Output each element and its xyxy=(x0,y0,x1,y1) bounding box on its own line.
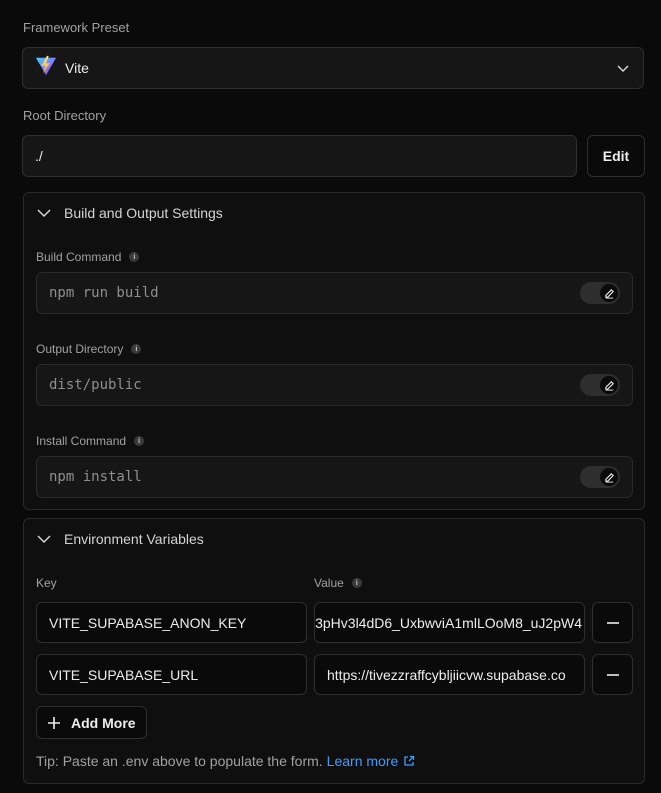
remove-env-button[interactable] xyxy=(592,602,633,643)
info-icon[interactable]: i xyxy=(351,578,362,588)
minus-icon xyxy=(606,673,619,676)
env-key-input[interactable]: VITE_SUPABASE_URL xyxy=(36,654,307,695)
environment-variables-panel: Environment Variables Key Value i VITE_S… xyxy=(23,518,645,784)
install-command-label: Install Command i xyxy=(36,434,145,448)
install-command-override-toggle[interactable] xyxy=(580,466,620,488)
chevron-down-icon xyxy=(37,535,51,544)
install-command-label-text: Install Command xyxy=(36,434,127,448)
env-value-header-text: Value xyxy=(314,576,344,590)
env-key-header: Key xyxy=(36,576,57,590)
env-value-text: 3pHv3l4dD6_UxbwviA1mlLOoM8_uJ2pW4 xyxy=(315,614,582,631)
output-directory-input[interactable]: dist/public xyxy=(36,364,633,406)
minus-icon xyxy=(606,621,619,624)
env-value-header: Value i xyxy=(314,576,362,590)
env-value-text: https://tivezzraffcybljiicvw.supabase.co xyxy=(327,666,566,683)
pencil-icon xyxy=(600,468,618,486)
plus-icon xyxy=(48,716,60,729)
root-directory-label: Root Directory xyxy=(23,108,107,123)
build-command-label-text: Build Command xyxy=(36,250,122,264)
add-more-button[interactable]: Add More xyxy=(36,706,147,739)
environment-variables-title: Environment Variables xyxy=(64,531,204,547)
env-tip: Tip: Paste an .env above to populate the… xyxy=(36,753,415,769)
build-command-label: Build Command i xyxy=(36,250,140,264)
chevron-down-icon xyxy=(615,60,631,81)
chevron-down-icon xyxy=(37,209,51,218)
env-value-input[interactable]: https://tivezzraffcybljiicvw.supabase.co xyxy=(314,654,585,695)
framework-preset-select[interactable]: Vite xyxy=(22,47,644,89)
output-directory-label-text: Output Directory xyxy=(36,342,124,356)
build-command-override-toggle[interactable] xyxy=(580,282,620,304)
output-directory-label: Output Directory i xyxy=(36,342,142,356)
edit-root-directory-button[interactable]: Edit xyxy=(587,135,645,177)
info-icon[interactable]: i xyxy=(129,252,140,262)
env-tip-text: Tip: Paste an .env above to populate the… xyxy=(36,753,323,769)
env-key-input[interactable]: VITE_SUPABASE_ANON_KEY xyxy=(36,602,307,643)
pencil-icon xyxy=(600,284,618,302)
add-more-label: Add More xyxy=(71,714,136,731)
learn-more-link[interactable]: Learn more xyxy=(327,753,416,769)
external-link-icon xyxy=(404,755,415,766)
output-directory-placeholder: dist/public xyxy=(49,377,142,393)
environment-variables-toggle[interactable]: Environment Variables xyxy=(36,531,204,547)
info-icon[interactable]: i xyxy=(131,344,142,354)
root-directory-input[interactable]: ./ xyxy=(22,135,577,177)
install-command-input[interactable]: npm install xyxy=(36,456,633,498)
framework-selected-value: Vite xyxy=(65,60,89,76)
build-output-settings-toggle[interactable]: Build and Output Settings xyxy=(36,205,223,221)
env-value-input[interactable]: 3pHv3l4dD6_UxbwviA1mlLOoM8_uJ2pW4 xyxy=(314,602,585,643)
framework-preset-label: Framework Preset xyxy=(23,20,130,35)
info-icon[interactable]: i xyxy=(134,436,145,446)
build-command-placeholder: npm run build xyxy=(49,285,159,301)
build-output-settings-panel: Build and Output Settings Build Command … xyxy=(23,192,645,510)
remove-env-button[interactable] xyxy=(592,654,633,695)
learn-more-label: Learn more xyxy=(326,753,399,769)
output-directory-override-toggle[interactable] xyxy=(580,374,620,396)
build-command-input[interactable]: npm run build xyxy=(36,272,633,314)
build-output-settings-title: Build and Output Settings xyxy=(64,205,223,221)
pencil-icon xyxy=(600,376,618,394)
vite-logo-icon xyxy=(35,55,57,82)
install-command-placeholder: npm install xyxy=(49,469,142,485)
